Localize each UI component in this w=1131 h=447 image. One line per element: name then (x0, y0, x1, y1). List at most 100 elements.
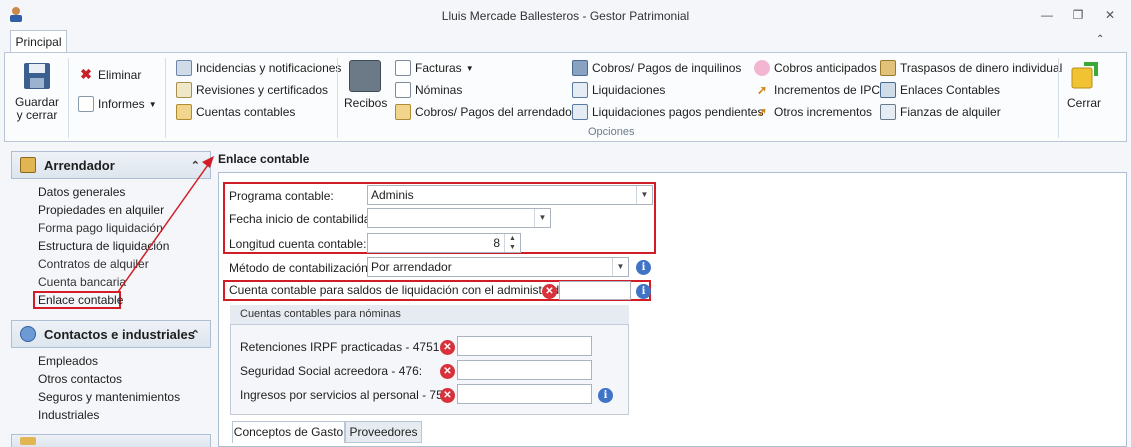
transfer-icon (880, 60, 896, 76)
incidencias-icon (176, 60, 192, 76)
metodo-label: Método de contabilización: (229, 261, 372, 275)
ledger-link-icon (880, 82, 896, 98)
metodo-select[interactable]: Por arrendador ▼ (367, 257, 629, 277)
payments-icon (395, 104, 411, 120)
dropdown-arrow-icon[interactable]: ▼ (534, 209, 550, 227)
piggy-bank-icon (754, 60, 770, 76)
tab-proveedores[interactable]: Proveedores (345, 421, 422, 443)
chevron-up-icon: ⌃ (190, 329, 200, 341)
increment-icon: ➚ (756, 83, 768, 97)
info-icon[interactable]: i (636, 260, 651, 275)
ribbon-item-fianzas[interactable]: Fianzas de alquiler (880, 104, 1001, 120)
group-header-contactos[interactable]: Contactos e industriales ⌃ (11, 320, 211, 348)
pending-settlement-icon (572, 104, 588, 120)
ribbon-item-liquidaciones-pendientes[interactable]: Liquidaciones pagos pendientes (572, 104, 763, 120)
irpf-input[interactable] (457, 336, 592, 356)
ribbon-item-revisiones[interactable]: Revisiones y certificados (176, 82, 328, 98)
ribbon-item-label: Incrementos de IPC (774, 83, 881, 97)
payroll-icon (395, 82, 411, 98)
error-icon: ✕ (440, 364, 455, 379)
ribbon-item-liquidaciones[interactable]: Liquidaciones (572, 82, 665, 98)
ribbon-item-label: Facturas (415, 61, 462, 75)
ribbon-group-label: Opciones (588, 126, 635, 138)
ribbon-item-label: Liquidaciones pagos pendientes (592, 105, 764, 119)
page-title: Enlace contable (218, 152, 310, 166)
ribbon-item-label: Cuentas contables (196, 105, 296, 119)
close-icon[interactable]: ✕ (1100, 6, 1120, 24)
programa-select[interactable]: Adminis ▼ (367, 185, 653, 205)
ribbon-item-label: Nóminas (415, 83, 463, 97)
dropdown-arrow-icon: ▼ (148, 99, 157, 109)
ribbon-item-label: Otros incrementos (774, 105, 873, 119)
ss-input[interactable] (457, 360, 592, 380)
ribbon-item-facturas[interactable]: Facturas ▼ (395, 60, 474, 76)
nav-item-seguros[interactable]: Seguros y mantenimientos (38, 390, 180, 404)
nav-item-empleados[interactable]: Empleados (38, 354, 98, 368)
longitud-spinner[interactable]: 8 ▲ ▼ (367, 233, 521, 253)
error-icon: ✕ (440, 340, 455, 355)
informes-button[interactable]: Informes ▼ (78, 96, 157, 112)
cuenta-saldos-input[interactable] (559, 281, 631, 300)
ingresos-input[interactable] (457, 384, 592, 404)
window-title: Lluis Mercade Ballesteros - Gestor Patri… (441, 9, 690, 23)
info-icon[interactable]: i (636, 284, 651, 299)
ribbon-item-otros-incrementos[interactable]: ➚ Otros incrementos (754, 104, 872, 120)
ingresos-label: Ingresos por servicios al personal - 755… (240, 388, 453, 402)
cuenta-saldos-label: Cuenta contable para saldos de liquidaci… (229, 283, 570, 297)
dropdown-arrow-icon[interactable]: ▼ (636, 186, 652, 204)
irpf-label: Retenciones IRPF practicadas - 4751: (240, 340, 443, 354)
error-icon: ✕ (542, 284, 557, 299)
minimize-icon[interactable]: — (1037, 6, 1057, 24)
info-icon[interactable]: i (598, 388, 613, 403)
eliminar-button[interactable]: ✖ Eliminar (78, 66, 141, 83)
invoice-icon (395, 60, 411, 76)
tenant-payments-icon (572, 60, 588, 76)
longitud-label: Longitud cuenta contable: (229, 237, 367, 251)
group-header-next[interactable] (11, 434, 211, 447)
guardar-label: Guardar y cerrar (14, 95, 60, 122)
cerrar-label: Cerrar (1066, 96, 1101, 110)
exit-icon (1068, 60, 1100, 92)
eliminar-label: Eliminar (98, 67, 142, 82)
ribbon-item-cobros-arrendador[interactable]: Cobros/ Pagos del arrendador (395, 104, 576, 120)
fecha-label: Fecha inicio de contabilidad: (229, 212, 381, 226)
ribbon-item-label: Revisiones y certificados (196, 83, 329, 97)
settlement-icon (572, 82, 588, 98)
contacts-icon (20, 326, 36, 342)
tab-conceptos-gasto[interactable]: Conceptos de Gasto (232, 421, 345, 443)
longitud-value: 8 (493, 236, 500, 250)
guardar-button[interactable]: Guardar y cerrar (14, 60, 60, 122)
group-title: Arrendador (44, 157, 115, 173)
ribbon-item-label: Cobros/ Pagos del arrendador (415, 105, 576, 119)
receipt-icon (349, 60, 381, 92)
dropdown-arrow-icon[interactable]: ▼ (612, 258, 628, 276)
spinner-arrows-icon[interactable]: ▲ ▼ (504, 234, 520, 252)
accounts-icon (176, 104, 192, 120)
tab-principal[interactable]: Principal (10, 30, 67, 53)
ribbon-item-cobros-inquilinos[interactable]: Cobros/ Pagos de inquilinos (572, 60, 741, 76)
programa-label: Programa contable: (229, 189, 334, 203)
ribbon-item-incidencias[interactable]: Incidencias y notificaciones (176, 60, 341, 76)
ribbon-item-nominas[interactable]: Nóminas (395, 82, 462, 98)
cerrar-button[interactable]: Cerrar (1064, 60, 1104, 110)
ribbon-item-label: Traspasos de dinero individual (900, 61, 1063, 75)
informes-label: Informes (98, 97, 145, 111)
ribbon-item-traspasos[interactable]: Traspasos de dinero individual (880, 60, 1062, 76)
group-title: Contactos e industriales (44, 326, 195, 342)
chevron-up-icon[interactable]: ⌃ (1096, 34, 1104, 45)
annotation-arrow (117, 156, 214, 293)
dropdown-arrow-icon: ▼ (465, 63, 474, 73)
fecha-input[interactable]: ▼ (367, 208, 551, 228)
ribbon-separator (165, 58, 166, 138)
ribbon-item-cuentas-contables[interactable]: Cuentas contables (176, 104, 295, 120)
nav-item-industriales[interactable]: Industriales (38, 408, 99, 422)
ribbon-item-incrementos-ipc[interactable]: ➚ Incrementos de IPC (754, 82, 880, 98)
recibos-button[interactable]: Recibos (344, 60, 387, 110)
ribbon-item-enlaces-contables[interactable]: Enlaces Contables (880, 82, 1000, 98)
save-icon (21, 60, 53, 92)
ribbon-item-cobros-anticipados[interactable]: Cobros anticipados (754, 60, 877, 76)
restore-icon[interactable]: ❐ (1068, 6, 1088, 24)
deposit-icon (880, 104, 896, 120)
group-icon (20, 437, 36, 445)
nav-item-otros-contactos[interactable]: Otros contactos (38, 372, 122, 386)
